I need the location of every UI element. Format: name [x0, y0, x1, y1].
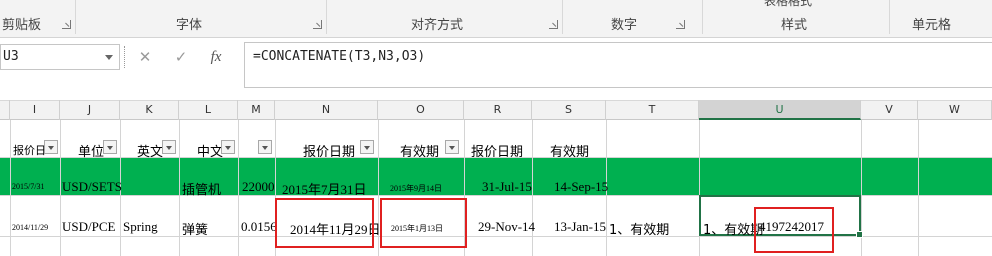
name-box[interactable]: U3 [0, 44, 120, 70]
font-launcher-icon[interactable] [313, 20, 322, 29]
cell-j3[interactable]: USD/PCE [62, 219, 115, 235]
cell-t3[interactable]: 1、有效期 [609, 219, 669, 238]
ribbon-separator [702, 0, 703, 34]
filter-sorted-icon[interactable] [221, 140, 235, 154]
highlight-box-u3 [754, 207, 834, 253]
formula-input[interactable]: =CONCATENATE(T3,N3,O3) [244, 42, 992, 88]
cell-i2[interactable]: 2015/7/31 [12, 182, 44, 191]
column-header-m[interactable]: M [238, 100, 275, 120]
filter-dropdown-icon[interactable] [162, 140, 176, 154]
cancel-icon[interactable]: ✕ [134, 46, 156, 68]
cell-j2[interactable]: USD/SETS [62, 179, 122, 195]
column-header-i[interactable]: I [10, 100, 60, 120]
column-header-j[interactable]: J [60, 100, 120, 120]
formula-text: =CONCATENATE(T3,N3,O3) [253, 49, 426, 64]
cell-o1[interactable]: 有效期 [400, 141, 439, 160]
cell-o2[interactable]: 2015年9月14日 [390, 183, 442, 194]
cell-l1[interactable]: 中文 [197, 141, 223, 160]
cell-l3[interactable]: 弹簧 [182, 219, 208, 238]
column-header-k[interactable]: K [120, 100, 179, 120]
namebox-resize-handle[interactable] [124, 46, 127, 68]
column-header-v[interactable]: V [861, 100, 918, 120]
filter-dropdown-icon[interactable] [103, 140, 117, 154]
cell-r2[interactable]: 31-Jul-15 [482, 179, 532, 195]
ribbon: 剪贴板 字体 对齐方式 数字 表格格式 样式 单元格 [0, 0, 992, 38]
ribbon-group-styles-label[interactable]: 样式 [781, 14, 807, 33]
insert-function-icon[interactable]: fx [205, 46, 227, 68]
grid-line [0, 236, 992, 237]
cell-l2[interactable]: 插管机 [182, 179, 221, 198]
ribbon-group-number-label[interactable]: 数字 [611, 14, 637, 33]
cell-r1[interactable]: 报价日期 [471, 141, 523, 160]
cell-n1[interactable]: 报价日期 [303, 141, 355, 160]
column-header-u[interactable]: U [699, 100, 861, 120]
format-as-table-label-partial[interactable]: 表格格式 [764, 0, 812, 9]
column-header-s[interactable]: S [532, 100, 606, 120]
ribbon-group-clipboard-label[interactable]: 剪贴板 [2, 14, 41, 33]
clipboard-launcher-icon[interactable] [62, 20, 71, 29]
cell-m2[interactable]: 22000 [242, 179, 275, 195]
ribbon-separator [75, 0, 76, 34]
filter-dropdown-icon[interactable] [360, 140, 374, 154]
cell-i1[interactable]: 报价日 [13, 142, 46, 158]
cell-m3[interactable]: 0.0156 [241, 219, 277, 235]
filter-dropdown-icon[interactable] [445, 140, 459, 154]
ribbon-separator [562, 0, 563, 34]
column-header-w[interactable]: W [918, 100, 992, 120]
cell-r3[interactable]: 29-Nov-14 [478, 219, 535, 235]
ribbon-group-alignment-label[interactable]: 对齐方式 [411, 14, 463, 33]
cell-n2[interactable]: 2015年7月31日 [282, 179, 367, 198]
cell-s1[interactable]: 有效期 [550, 141, 589, 160]
highlight-box-n3 [275, 198, 374, 248]
cell-i3[interactable]: 2014/11/29 [12, 223, 48, 232]
column-header-r[interactable]: R [464, 100, 532, 120]
cell-k3[interactable]: Spring [123, 219, 158, 235]
highlight-box-o3 [380, 198, 467, 248]
ribbon-separator [326, 0, 327, 34]
ribbon-separator [889, 0, 890, 34]
cell-k1[interactable]: 英文 [137, 141, 163, 160]
column-header-n[interactable]: N [275, 100, 378, 120]
column-header-t[interactable]: T [606, 100, 699, 120]
number-launcher-icon[interactable] [676, 20, 685, 29]
alignment-launcher-icon[interactable] [549, 20, 558, 29]
chevron-down-icon[interactable] [105, 55, 113, 60]
name-box-value: U3 [3, 49, 19, 64]
ribbon-group-font-label[interactable]: 字体 [176, 14, 202, 33]
cell-s2[interactable]: 14-Sep-15 [554, 179, 608, 195]
enter-check-icon[interactable]: ✓ [170, 46, 192, 68]
column-header-l[interactable]: L [179, 100, 238, 120]
filter-dropdown-icon[interactable] [44, 140, 58, 154]
cell-s3[interactable]: 13-Jan-15 [554, 219, 606, 235]
filter-dropdown-icon[interactable] [258, 140, 272, 154]
column-header-o[interactable]: O [378, 100, 464, 120]
ribbon-group-cells-label[interactable]: 单元格 [912, 14, 951, 33]
cell-j1[interactable]: 单位 [78, 141, 104, 160]
select-all-corner[interactable] [0, 100, 10, 120]
